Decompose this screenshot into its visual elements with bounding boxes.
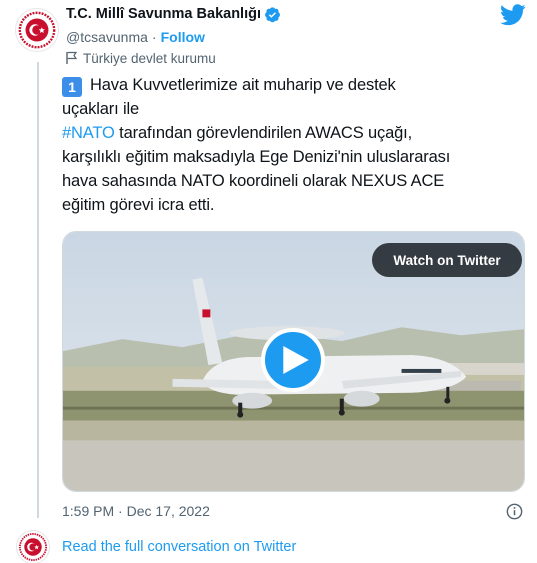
ministry-seal-icon [17, 531, 49, 563]
hashtag-link[interactable]: #NATO [62, 124, 115, 142]
keycap-one-emoji: 1 [62, 77, 82, 97]
video-media[interactable]: Watch on Twitter [62, 231, 525, 492]
flag-icon [66, 51, 78, 64]
follow-button[interactable]: Follow [161, 29, 205, 45]
tweet-header: T.C. Millî Savunma Bakanlığı @tcsavunma … [66, 5, 281, 66]
tweet-line-3: tarafından görevlendirilen AWACS uçağı, [114, 124, 413, 142]
read-full-conversation-link[interactable]: Read the full conversation on Twitter [62, 539, 296, 555]
twitter-bird-icon[interactable] [500, 4, 526, 26]
separator: · [151, 29, 157, 45]
account-label: Türkiye devlet kurumu [83, 50, 216, 66]
verified-badge-icon [265, 6, 280, 22]
tweet-line-5: hava sahasında NATO koordineli olarak NE… [62, 172, 445, 190]
ministry-seal-icon [16, 9, 58, 51]
thread-line [37, 62, 39, 518]
timestamp[interactable]: 1:59 PM · Dec 17, 2022 [62, 503, 210, 519]
tweet-line-6: eğitim görevi icra etti. [62, 196, 215, 214]
play-button[interactable] [261, 328, 325, 392]
tweet-line-2: uçakları ile [62, 100, 140, 118]
avatar-small[interactable] [16, 530, 50, 563]
display-name[interactable]: T.C. Millî Savunma Bakanlığı [66, 6, 261, 22]
watch-on-twitter-button[interactable]: Watch on Twitter [372, 243, 522, 277]
play-icon [282, 346, 309, 374]
handle[interactable]: @tcsavunma [66, 29, 148, 45]
info-icon[interactable] [506, 503, 523, 520]
tweet-line-4: karşılıklı eğitim maksadıyla Ege Denizi'… [62, 148, 451, 166]
tweet-text: 1 Hava Kuvvetlerimize ait muharip ve dest… [62, 73, 532, 217]
tweet-line-1: Hava Kuvvetlerimize ait muharip ve deste… [90, 76, 396, 94]
avatar[interactable] [15, 8, 59, 52]
